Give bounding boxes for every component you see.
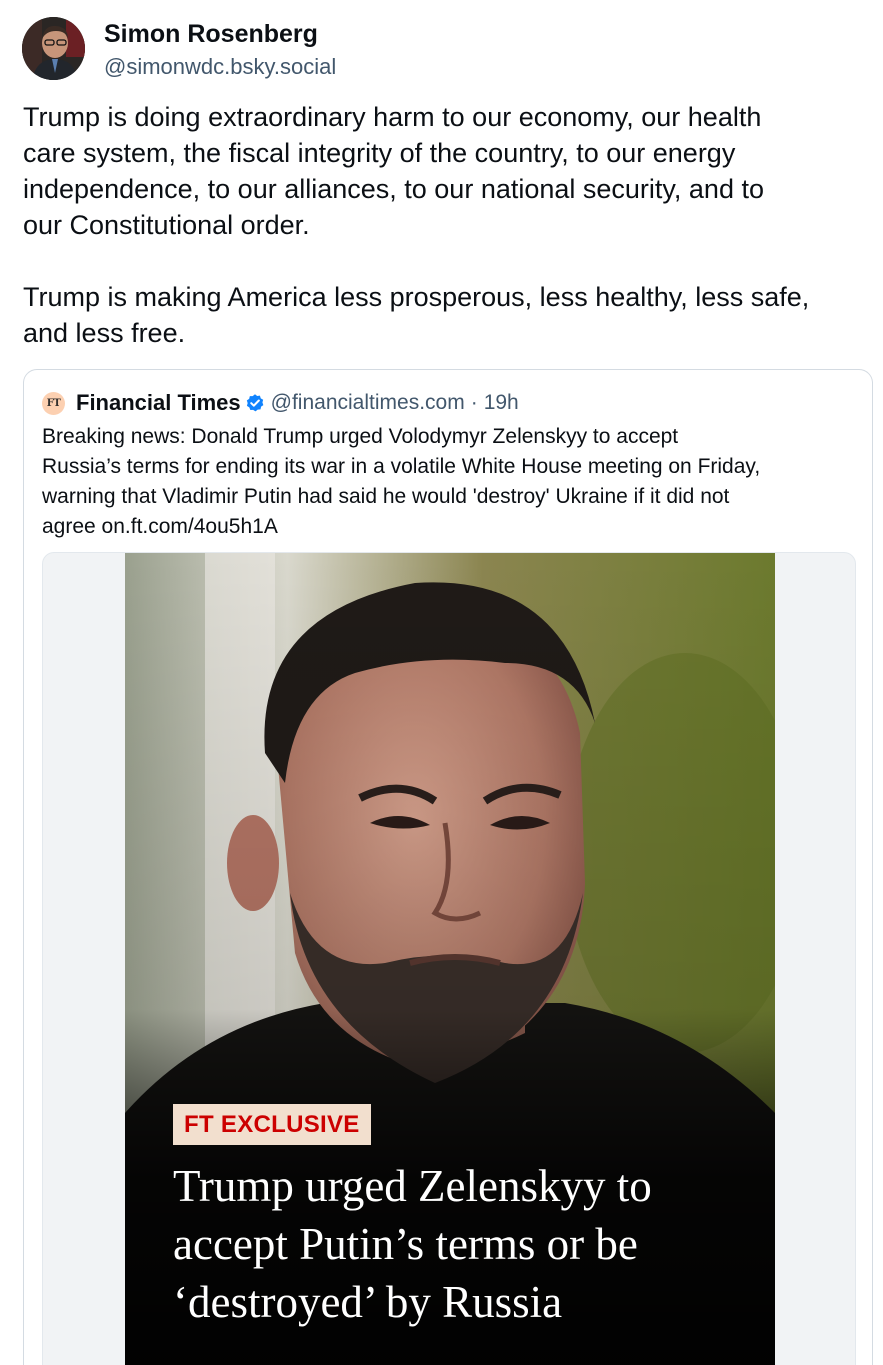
exclusive-badge: FT EXCLUSIVE <box>173 1104 371 1145</box>
author-avatar[interactable] <box>22 17 85 80</box>
article-image[interactable]: FT EXCLUSIVE Trump urged Zelenskyy to ac… <box>125 553 775 1365</box>
link-image-embed[interactable]: FT EXCLUSIVE Trump urged Zelenskyy to ac… <box>42 552 856 1365</box>
ft-avatar[interactable]: FT <box>42 391 65 415</box>
author-handle[interactable]: @simonwdc.bsky.social <box>104 54 336 80</box>
post-body: Trump is doing extraordinary harm to our… <box>23 99 878 351</box>
article-headline: Trump urged Zelenskyy to accept Putin’s … <box>173 1161 652 1327</box>
post-paragraph: Trump is doing extraordinary harm to our… <box>23 102 764 240</box>
quoted-post-header: FT Financial Times @financialtimes.com ·… <box>42 390 519 416</box>
quoted-author-name[interactable]: Financial Times <box>76 390 241 416</box>
post-paragraph: Trump is making America less prosperous,… <box>23 282 810 348</box>
user-avatar-photo-icon <box>22 17 85 80</box>
quoted-author-handle[interactable]: @financialtimes.com <box>271 391 465 415</box>
quoted-post-text: Breaking news: Donald Trump urged Volody… <box>42 425 761 538</box>
verified-check-icon <box>246 394 263 412</box>
post-timestamp[interactable]: 19h <box>484 391 519 415</box>
quoted-post-card[interactable]: FT Financial Times @financialtimes.com ·… <box>23 369 873 1365</box>
author-name[interactable]: Simon Rosenberg <box>104 20 318 49</box>
meta-separator: · <box>470 391 478 414</box>
